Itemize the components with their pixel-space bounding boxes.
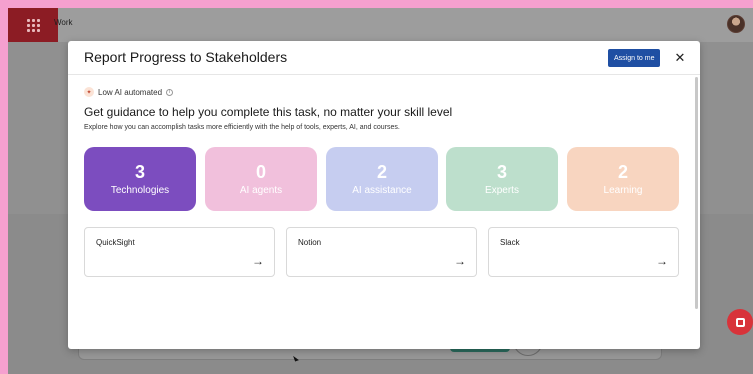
tool-name: QuickSight bbox=[96, 238, 135, 247]
stat-label: Technologies bbox=[110, 184, 170, 196]
tool-name: Notion bbox=[298, 238, 322, 247]
chat-icon bbox=[735, 317, 745, 327]
task-modal: Report Progress to Stakeholders Assign t… bbox=[68, 41, 700, 349]
guidance-headline: Get guidance to help you complete this t… bbox=[84, 105, 453, 119]
stat-label: AI agents bbox=[239, 184, 283, 196]
guidance-subline: Explore how you can accomplish tasks mor… bbox=[84, 124, 400, 131]
tool-card-notion[interactable]: Notion → bbox=[286, 227, 477, 277]
stat-label: Learning bbox=[603, 184, 643, 196]
ai-level-badge: ✦ Low AI automated i bbox=[84, 87, 174, 97]
ai-level-label: Low AI automated bbox=[98, 87, 163, 97]
stat-label: AI assistance bbox=[352, 184, 412, 196]
stat-count: 0 bbox=[255, 161, 266, 182]
sparkle-icon: ✦ bbox=[84, 87, 94, 97]
arrow-right-icon: → bbox=[252, 254, 264, 268]
close-icon[interactable]: ✕ bbox=[672, 49, 688, 67]
stat-count: 3 bbox=[496, 161, 507, 182]
stat-count: 3 bbox=[134, 161, 145, 182]
modal-title: Report Progress to Stakeholders bbox=[84, 49, 288, 65]
grid-icon bbox=[26, 18, 40, 32]
top-bar: Work bbox=[8, 8, 753, 42]
chat-button[interactable] bbox=[727, 309, 753, 335]
stat-card-ai-agents[interactable]: 0 AI agents bbox=[205, 147, 317, 211]
stat-card-experts[interactable]: 3 Experts bbox=[446, 147, 558, 211]
user-avatar[interactable] bbox=[727, 15, 745, 33]
tool-card-quicksight[interactable]: QuickSight → bbox=[84, 227, 275, 277]
modal-scrollbar[interactable] bbox=[695, 77, 698, 309]
stat-card-learning[interactable]: 2 Learning bbox=[567, 147, 679, 211]
stat-label: Experts bbox=[485, 184, 519, 196]
tool-name: Slack bbox=[500, 238, 520, 247]
tool-card-slack[interactable]: Slack → bbox=[488, 227, 679, 277]
modal-header: Report Progress to Stakeholders Assign t… bbox=[68, 41, 700, 75]
stat-card-ai-assistance[interactable]: 2 AI assistance bbox=[326, 147, 438, 211]
app-launcher-button[interactable] bbox=[8, 8, 58, 42]
info-icon[interactable]: i bbox=[166, 88, 174, 96]
arrow-right-icon: → bbox=[454, 254, 466, 268]
stat-count: 2 bbox=[617, 161, 628, 182]
stat-count: 2 bbox=[376, 161, 387, 182]
stat-card-technologies[interactable]: 3 Technologies bbox=[84, 147, 196, 211]
app-title: Work bbox=[54, 18, 73, 27]
assign-to-me-button[interactable]: Assign to me bbox=[608, 49, 661, 67]
arrow-right-icon: → bbox=[656, 254, 668, 268]
